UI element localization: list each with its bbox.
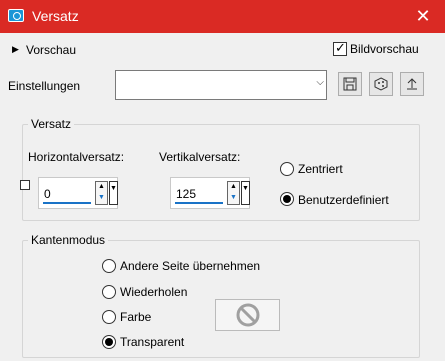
horizontal-offset-field[interactable]: 0 ▲ ▼ ▼ — [38, 177, 118, 209]
vertical-offset-label: Vertikalversatz: — [159, 150, 241, 164]
no-entry-icon — [236, 303, 259, 327]
horizontal-menu-button[interactable]: ▼ — [109, 181, 118, 205]
spin-down-icon[interactable]: ▼ — [230, 194, 237, 202]
chevron-right-icon: ▶ — [12, 44, 19, 54]
reset-icon — [407, 78, 417, 90]
window-title: Versatz — [32, 8, 79, 24]
spin-up-icon[interactable]: ▲ — [230, 183, 237, 191]
settings-dropdown[interactable]: ⌵ — [115, 70, 327, 100]
spin-down-icon[interactable]: ▼ — [98, 194, 105, 202]
edge-option-radio[interactable] — [102, 259, 116, 273]
vertical-menu-button[interactable]: ▼ — [241, 181, 250, 205]
spin-up-icon[interactable]: ▲ — [98, 183, 105, 191]
offset-group-label: Versatz — [28, 117, 75, 131]
focus-underline — [43, 202, 91, 204]
focus-underline — [175, 202, 223, 204]
preview-toggle-label: Vorschau — [26, 43, 77, 57]
edge-option-radio[interactable] — [102, 310, 116, 324]
horizontal-offset-value: 0 — [44, 187, 51, 201]
custom-radio[interactable] — [280, 192, 294, 206]
title-bar: Versatz ✕ — [0, 0, 445, 33]
edge-option-radio[interactable] — [102, 335, 116, 349]
horizontal-spin-buttons[interactable]: ▲ ▼ — [95, 181, 108, 205]
reset-button[interactable] — [400, 72, 424, 96]
edge-option-label[interactable]: Farbe — [120, 310, 151, 324]
edge-option-label[interactable]: Wiederholen — [120, 285, 187, 299]
vertical-offset-field[interactable]: 125 ▲ ▼ ▼ — [170, 177, 250, 209]
image-preview-label[interactable]: Bildvorschau — [350, 42, 419, 56]
centered-radio[interactable] — [280, 162, 294, 176]
link-checkbox[interactable] — [20, 180, 30, 190]
edge-option-label[interactable]: Transparent — [120, 335, 184, 349]
color-swatch[interactable] — [215, 299, 280, 331]
edge-option-label[interactable]: Andere Seite übernehmen — [120, 259, 260, 273]
randomize-button[interactable] — [369, 72, 393, 96]
dice-icon — [374, 77, 388, 91]
save-icon — [343, 77, 357, 91]
close-button[interactable]: ✕ — [407, 4, 439, 28]
image-preview-checkbox[interactable] — [333, 40, 347, 56]
save-preset-button[interactable] — [338, 72, 362, 96]
preview-toggle[interactable]: ▶ Vorschau — [10, 43, 110, 59]
custom-label[interactable]: Benutzerdefiniert — [298, 193, 389, 207]
centered-label[interactable]: Zentriert — [298, 162, 343, 176]
settings-label: Einstellungen — [8, 79, 81, 93]
edge-mode-group-label: Kantenmodus — [28, 233, 109, 247]
chevron-down-icon: ⌵ — [316, 77, 324, 88]
horizontal-offset-label: Horizontalversatz: — [28, 150, 125, 164]
edge-option-radio[interactable] — [102, 285, 116, 299]
vertical-spin-buttons[interactable]: ▲ ▼ — [227, 181, 240, 205]
camera-icon — [8, 9, 24, 22]
vertical-offset-value: 125 — [176, 187, 197, 201]
